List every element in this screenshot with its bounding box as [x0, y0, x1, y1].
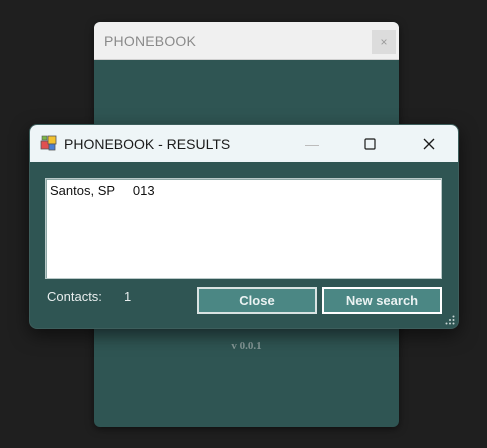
- maximize-icon: [364, 137, 376, 150]
- version-label: v 0.0.1: [231, 340, 262, 352]
- main-window-title: PHONEBOOK: [104, 33, 197, 49]
- app-icon: [40, 135, 57, 151]
- main-window-titlebar[interactable]: PHONEBOOK ×: [94, 22, 399, 60]
- contacts-label: Contacts:: [47, 289, 102, 304]
- maximize-button[interactable]: [347, 125, 393, 162]
- contacts-count: 1: [124, 289, 132, 304]
- results-dialog: PHONEBOOK - RESULTS — Santos, SP 013 Con…: [29, 124, 459, 329]
- close-icon: [423, 138, 435, 149]
- main-window-close-button[interactable]: ×: [372, 30, 396, 54]
- result-code: 013: [132, 183, 155, 198]
- minimize-button[interactable]: —: [289, 125, 335, 162]
- result-city: Santos, SP: [50, 183, 115, 198]
- minimize-icon: —: [305, 135, 319, 152]
- dialog-title: PHONEBOOK - RESULTS: [64, 136, 231, 152]
- close-button[interactable]: Close: [197, 287, 317, 314]
- resize-grip-icon[interactable]: [445, 315, 455, 325]
- list-item[interactable]: Santos, SP 013: [50, 183, 155, 198]
- close-window-button[interactable]: [406, 125, 452, 162]
- results-list[interactable]: Santos, SP 013: [45, 178, 442, 279]
- results-dialog-titlebar[interactable]: PHONEBOOK - RESULTS —: [30, 125, 458, 162]
- close-icon: ×: [380, 35, 388, 49]
- new-search-button[interactable]: New search: [322, 287, 442, 314]
